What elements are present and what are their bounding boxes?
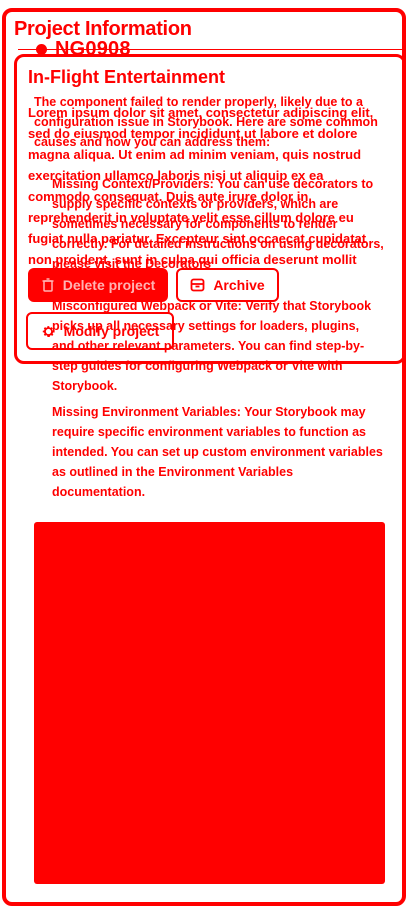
trash-icon: [42, 278, 54, 292]
page-title: Project Information: [14, 18, 192, 40]
archive-label: Archive: [213, 277, 265, 293]
modify-project-button[interactable]: Modify project: [26, 312, 174, 350]
render-error-item-3-body: Your Storybook may require specific envi…: [52, 405, 383, 499]
card-title: In-Flight Entertainment: [28, 67, 225, 87]
modify-project-label: Modify project: [63, 323, 160, 339]
archive-icon: [190, 278, 205, 292]
render-error-item-1-title: Missing Context/Providers:: [52, 177, 214, 191]
render-error-item-3-title: Missing Environment Variables:: [52, 405, 241, 419]
media-placeholder: [34, 522, 385, 884]
delete-project-button[interactable]: Delete project: [28, 268, 168, 302]
gear-icon: [42, 325, 55, 337]
render-error-item-1-body: You can use decorators to supply specifi…: [52, 177, 384, 271]
header-divider: [18, 49, 402, 50]
delete-project-label: Delete project: [62, 277, 156, 293]
render-error-item-3: Missing Environment Variables: Your Stor…: [52, 402, 384, 502]
archive-button[interactable]: Archive: [176, 268, 279, 302]
render-error-item-1: Missing Context/Providers: You can use d…: [52, 174, 384, 274]
